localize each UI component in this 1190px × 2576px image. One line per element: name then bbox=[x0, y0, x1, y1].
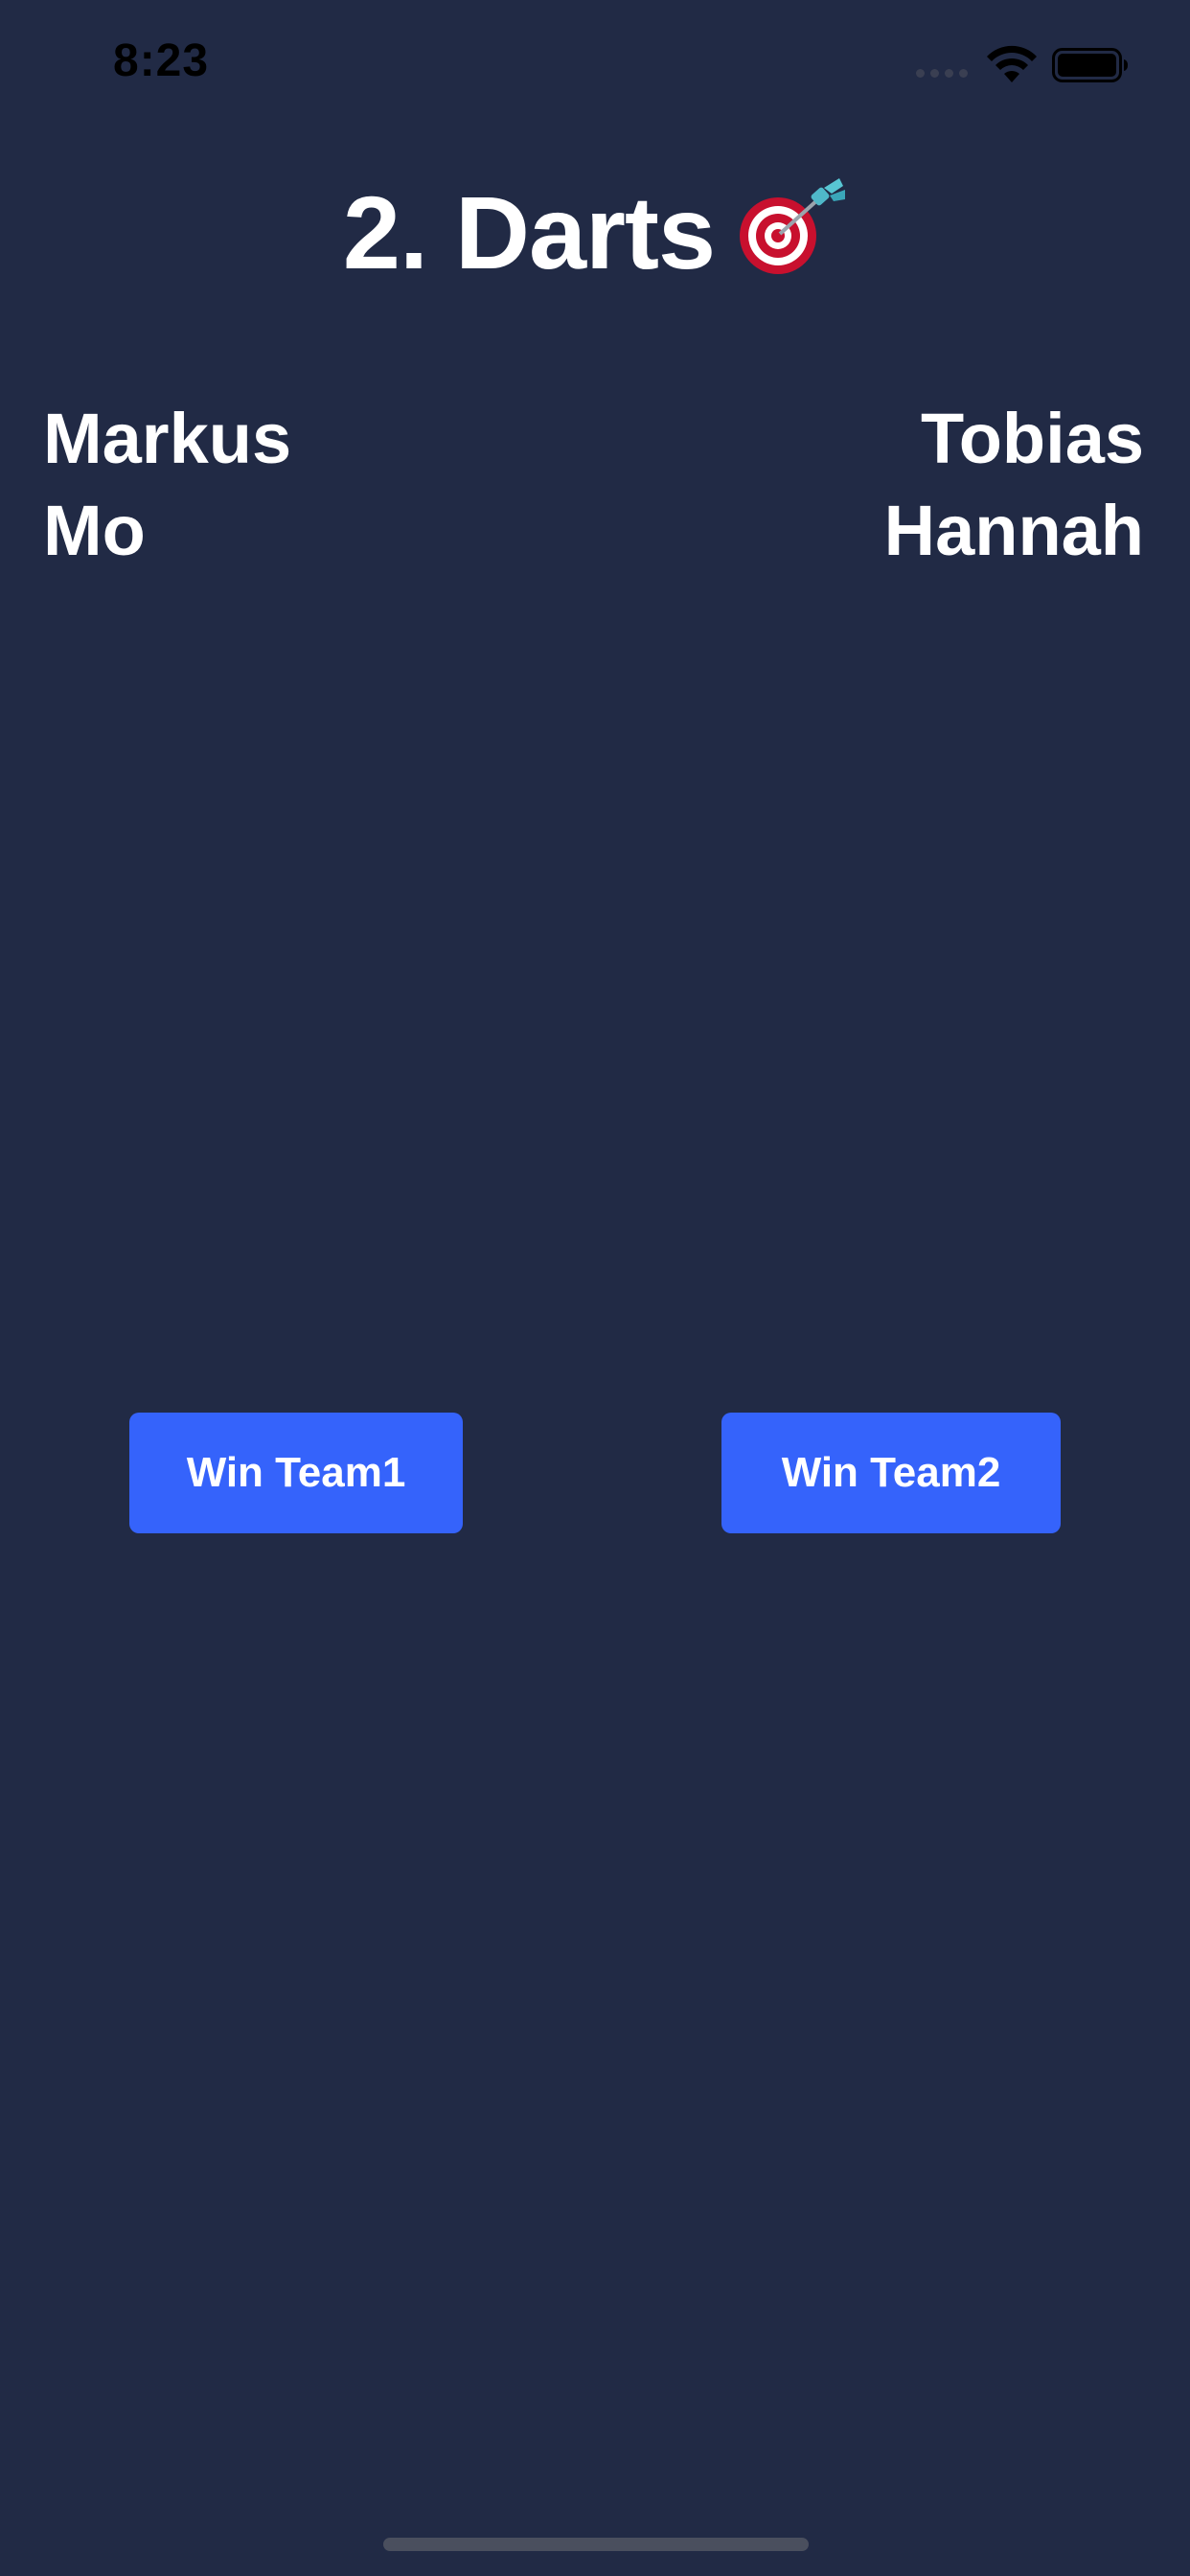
dart-target-icon bbox=[740, 178, 846, 274]
win-team1-button[interactable]: Win Team1 bbox=[129, 1413, 463, 1533]
game-screen: 8:23 2. Darts Markus Mo Tobias Hannah Wi… bbox=[0, 0, 1190, 2576]
win-team2-button[interactable]: Win Team2 bbox=[721, 1413, 1061, 1533]
page-title-text: 2. Darts bbox=[342, 174, 716, 290]
page-title: 2. Darts bbox=[0, 172, 1190, 292]
team2-roster: Tobias Hannah bbox=[884, 393, 1144, 577]
team1-player-1: Markus bbox=[43, 399, 292, 478]
wifi-icon bbox=[987, 45, 1037, 82]
home-indicator[interactable] bbox=[383, 2538, 809, 2551]
status-bar: 8:23 bbox=[0, 0, 1190, 134]
team1-roster: Markus Mo bbox=[43, 393, 291, 577]
team2-player-1: Tobias bbox=[921, 399, 1144, 478]
team1-player-2: Mo bbox=[43, 491, 146, 570]
status-time: 8:23 bbox=[113, 35, 210, 86]
cellular-signal-icon bbox=[916, 69, 970, 80]
team2-player-2: Hannah bbox=[883, 491, 1144, 570]
battery-icon bbox=[1052, 48, 1128, 82]
